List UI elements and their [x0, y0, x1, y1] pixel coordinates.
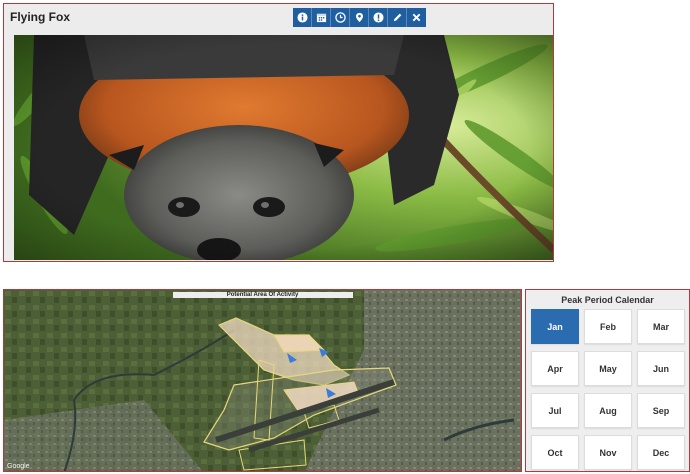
month-nov[interactable]: Nov: [584, 435, 632, 470]
google-logo: Google: [7, 463, 30, 470]
calendar-icon: [316, 13, 326, 23]
species-title: Flying Fox: [10, 10, 70, 24]
satellite-map[interactable]: [4, 290, 522, 472]
calendar-title: Peak Period Calendar: [561, 295, 654, 305]
location-button[interactable]: [350, 8, 369, 27]
month-dec[interactable]: Dec: [637, 435, 685, 470]
edit-button[interactable]: [388, 8, 407, 27]
month-jul[interactable]: Jul: [531, 393, 579, 428]
flying-fox-image: [14, 35, 553, 260]
map-pin-icon: [355, 12, 363, 23]
map-title: Potential Area Of Activity: [172, 292, 353, 298]
species-photo: [14, 35, 553, 260]
clock-icon: [334, 12, 346, 23]
alert-icon: [372, 12, 384, 23]
month-mar[interactable]: Mar: [637, 309, 685, 344]
month-apr[interactable]: Apr: [531, 351, 579, 386]
month-grid: Jan Feb Mar Apr May Jun Jul Aug Sep Oct …: [531, 309, 687, 470]
calendar-button[interactable]: [312, 8, 331, 27]
month-oct[interactable]: Oct: [531, 435, 579, 470]
month-aug[interactable]: Aug: [584, 393, 632, 428]
month-jan[interactable]: Jan: [531, 309, 579, 344]
species-panel: Flying Fox: [3, 3, 554, 262]
close-icon: [412, 13, 421, 22]
pencil-icon: [393, 13, 401, 22]
peak-period-calendar: Peak Period Calendar Jan Feb Mar Apr May…: [525, 289, 690, 472]
month-sep[interactable]: Sep: [637, 393, 685, 428]
close-button[interactable]: [407, 8, 426, 27]
activity-map-panel: Potential Area Of Activity Google: [3, 289, 522, 472]
info-icon: [296, 12, 308, 23]
clock-button[interactable]: [331, 8, 350, 27]
panel-toolbar: [293, 8, 426, 27]
info-button[interactable]: [293, 8, 312, 27]
alert-button[interactable]: [369, 8, 388, 27]
month-feb[interactable]: Feb: [584, 309, 632, 344]
month-jun[interactable]: Jun: [637, 351, 685, 386]
month-may[interactable]: May: [584, 351, 632, 386]
